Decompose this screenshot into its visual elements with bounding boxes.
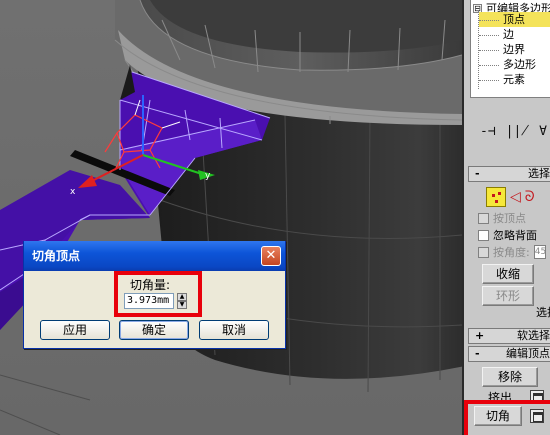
stack-item-element[interactable]: 元素 <box>479 72 525 87</box>
highlight-chamfer-amount <box>114 271 202 317</box>
ring-button[interactable]: 环形 <box>482 286 534 306</box>
stack-item-label: 边界 <box>503 43 525 56</box>
rollout-soft-selection-header[interactable]: + 软选择 <box>468 328 550 344</box>
by-angle-value-field[interactable]: 45 <box>533 245 546 259</box>
subobject-icons: ◁ ᘐ <box>486 186 535 208</box>
dialog-title[interactable]: 切角顶点 <box>24 241 285 271</box>
show-end-result-icon[interactable]: |∤ <box>506 124 529 139</box>
modifier-stack[interactable]: ⊟ 可编辑多边形 顶点 边 边界 多边形 元素 <box>470 0 550 98</box>
by-angle-checkbox[interactable] <box>478 246 489 258</box>
svg-text:x: x <box>70 187 76 197</box>
apply-button[interactable]: 应用 <box>40 320 110 340</box>
close-icon[interactable]: ✕ <box>261 246 281 266</box>
edge-mode-icon[interactable]: ◁ <box>510 189 521 205</box>
by-vertex-checkbox[interactable] <box>478 212 489 224</box>
remove-button[interactable]: 移除 <box>482 367 538 387</box>
by-vertex-label: 按顶点 <box>493 212 526 225</box>
by-angle-label: 按角度: <box>493 246 530 259</box>
stack-item-label: 顶点 <box>503 13 525 26</box>
border-mode-icon[interactable]: ᘐ <box>525 189 535 205</box>
pin-stack-icon[interactable]: -⊣ <box>480 124 496 139</box>
rollout-title: 选择 <box>528 167 550 180</box>
svg-text:y: y <box>205 171 211 181</box>
stack-item-label: 多边形 <box>503 58 536 71</box>
stack-item-edge[interactable]: 边 <box>479 27 514 42</box>
command-panel: ⊟ 可编辑多边形 顶点 边 边界 多边形 元素 -⊣ |∤ ∀ - 选择 ◁ ᘐ … <box>462 0 550 435</box>
by-vertex-checkbox-row[interactable]: 按顶点 <box>478 210 526 226</box>
cancel-button[interactable]: 取消 <box>199 320 269 340</box>
select-suffix-text: 选择 <box>536 306 550 319</box>
chamfer-vertices-dialog: 切角顶点 ✕ 切角量: 3.973mm ▲ ▼ 应用 确定 取消 <box>23 241 286 349</box>
rollout-title: 编辑顶点 <box>506 347 550 360</box>
rollout-selection-header[interactable]: - 选择 <box>468 166 550 182</box>
stack-item-vertex[interactable]: 顶点 <box>479 12 550 27</box>
stack-item-polygon[interactable]: 多边形 <box>479 57 536 72</box>
ok-button[interactable]: 确定 <box>119 320 189 340</box>
scene-3d[interactable]: x y <box>0 0 462 435</box>
make-unique-icon[interactable]: ∀ <box>539 124 547 139</box>
viewport-perspective[interactable]: x y <box>0 0 462 435</box>
ignore-backfacing-checkbox[interactable] <box>478 229 489 241</box>
stack-item-label: 元素 <box>503 73 525 86</box>
stack-toolbar: -⊣ |∤ ∀ <box>470 120 550 142</box>
highlight-chamfer-button <box>464 400 550 435</box>
by-angle-checkbox-row[interactable]: 按角度: 45 <box>478 244 546 260</box>
ignore-backfacing-checkbox-row[interactable]: 忽略背面 <box>478 227 537 243</box>
stack-item-label: 边 <box>503 28 514 41</box>
rollout-toggle-icon: - <box>475 347 480 360</box>
vertex-mode-icon[interactable] <box>486 187 506 207</box>
rollout-edit-vertices-header[interactable]: - 编辑顶点 <box>468 346 550 362</box>
rollout-toggle-icon: - <box>475 167 480 180</box>
shrink-button[interactable]: 收缩 <box>482 264 534 284</box>
stack-item-border[interactable]: 边界 <box>479 42 525 57</box>
rollout-title: 软选择 <box>517 329 550 342</box>
rollout-toggle-icon: + <box>475 329 485 342</box>
ignore-backfacing-label: 忽略背面 <box>493 229 537 242</box>
